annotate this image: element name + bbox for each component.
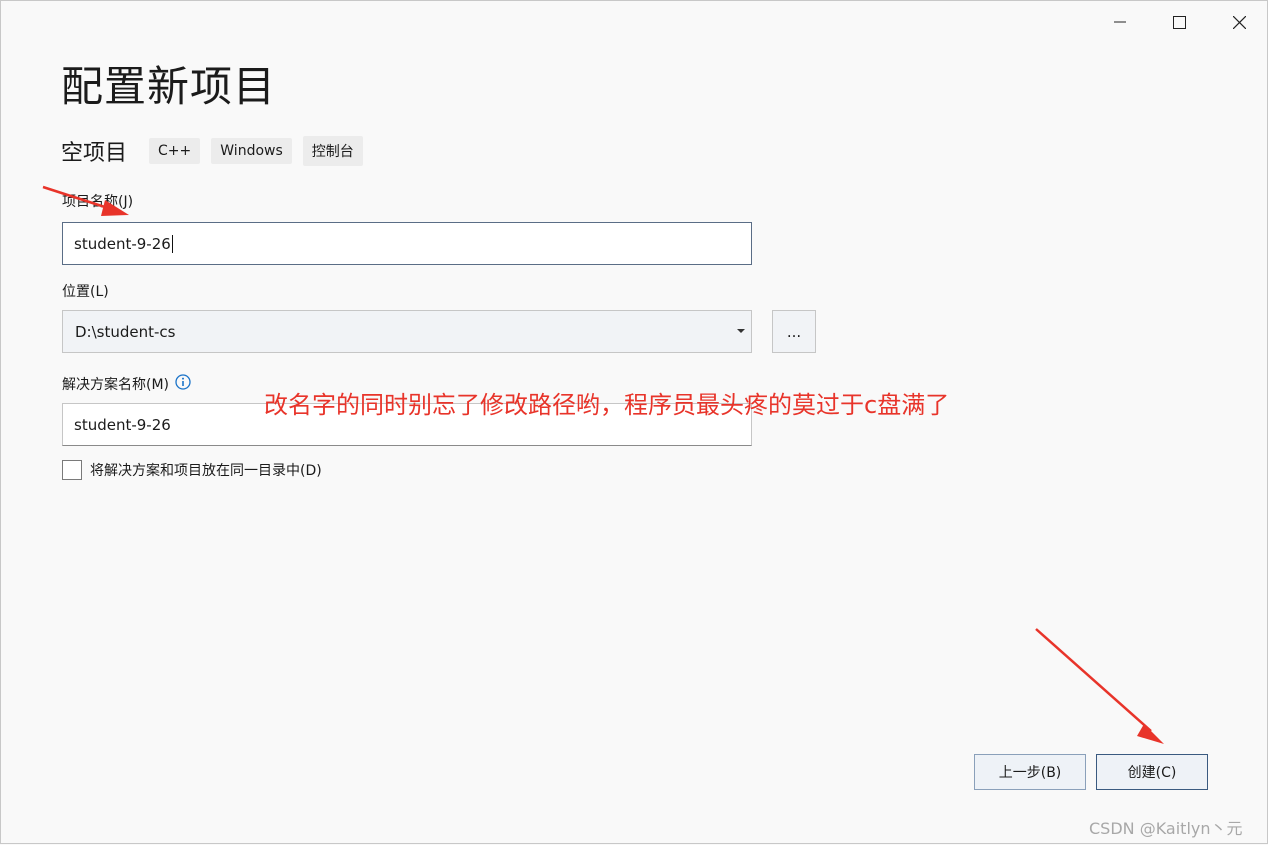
location-combobox[interactable]: D:\student-cs	[62, 310, 752, 353]
minimize-icon	[1114, 21, 1126, 23]
solution-name-label-row: 解决方案名称(M)	[62, 374, 191, 394]
maximize-icon	[1172, 15, 1186, 29]
maximize-button[interactable]	[1156, 5, 1202, 39]
create-button[interactable]: 创建(C)	[1096, 754, 1208, 790]
project-name-label: 项目名称(J)	[62, 194, 134, 210]
tag-language: C++	[149, 138, 201, 164]
tag-project-type: 控制台	[302, 136, 363, 166]
template-name: 空项目	[61, 141, 128, 166]
template-summary: 空项目 C++ Windows 控制台	[61, 135, 374, 167]
close-icon	[1232, 15, 1246, 29]
same-directory-checkbox[interactable]	[62, 460, 82, 480]
browse-button[interactable]: ...	[772, 310, 816, 353]
location-value: D:\student-cs	[75, 322, 176, 341]
solution-name-label: 解决方案名称(M)	[62, 377, 170, 393]
tag-platform: Windows	[211, 138, 292, 164]
annotation-note: 改名字的同时别忘了修改路径哟，程序员最头疼的莫过于c盘满了	[264, 391, 950, 419]
project-name-value: student-9-26	[74, 234, 171, 253]
project-name-input[interactable]: student-9-26	[62, 222, 752, 265]
back-button[interactable]: 上一步(B)	[974, 754, 1086, 790]
minimize-button[interactable]	[1097, 5, 1143, 39]
info-icon[interactable]	[175, 374, 191, 394]
location-label: 位置(L)	[62, 284, 109, 300]
page-title: 配置新项目	[61, 62, 277, 111]
dropdown-arrow-icon[interactable]	[737, 329, 745, 333]
solution-name-value: student-9-26	[74, 415, 171, 434]
text-caret	[171, 234, 173, 253]
dialog-window: 配置新项目 空项目 C++ Windows 控制台 项目名称(J) studen…	[0, 0, 1268, 844]
watermark: CSDN @Kaitlyn丶元	[1089, 819, 1243, 838]
same-directory-option: 将解决方案和项目放在同一目录中(D)	[62, 460, 322, 480]
same-directory-label[interactable]: 将解决方案和项目放在同一目录中(D)	[90, 460, 322, 480]
annotation-arrow-create	[1035, 628, 1164, 744]
close-button[interactable]	[1216, 5, 1262, 39]
